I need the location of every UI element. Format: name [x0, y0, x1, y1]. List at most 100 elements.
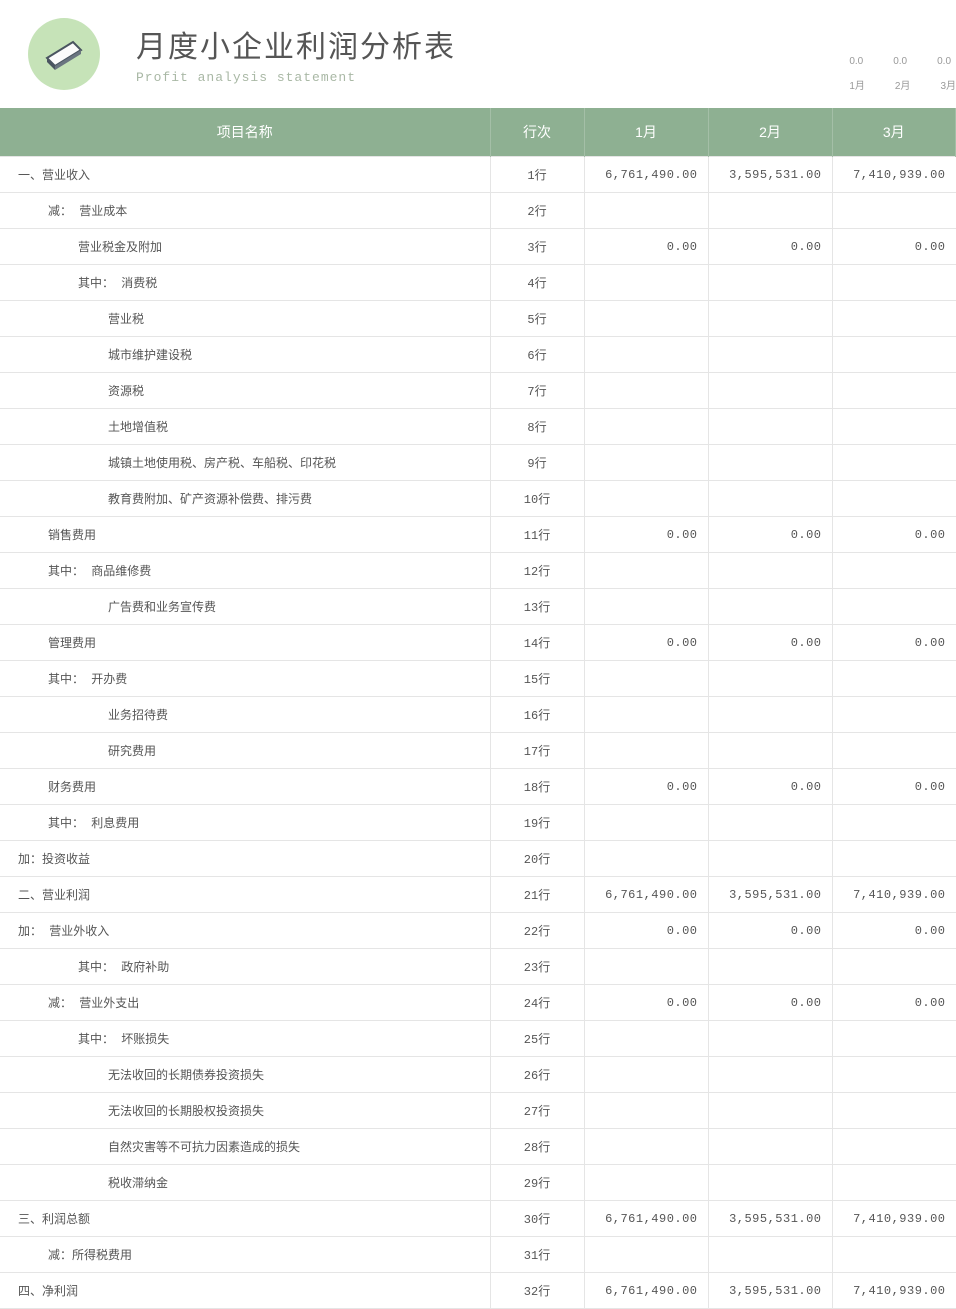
cell-month-2: [708, 949, 832, 985]
cell-month-2: 0.00: [708, 229, 832, 265]
cell-month-3: [832, 1093, 956, 1129]
cell-item-name: 财务费用: [0, 769, 490, 805]
cell-month-2: 0.00: [708, 985, 832, 1021]
cell-item-name: 四、净利润: [0, 1273, 490, 1309]
cell-item-name: 减： 营业成本: [0, 193, 490, 229]
cell-item-name: 资源税: [0, 373, 490, 409]
cell-item-name: 管理费用: [0, 625, 490, 661]
cell-month-2: [708, 697, 832, 733]
cell-month-3: [832, 1237, 956, 1273]
cell-row-number: 24行: [490, 985, 584, 1021]
cell-month-3: [832, 373, 956, 409]
cell-month-1: 0.00: [584, 985, 708, 1021]
cell-row-number: 28行: [490, 1129, 584, 1165]
cell-month-2: 3,595,531.00: [708, 1273, 832, 1309]
cell-month-2: [708, 1165, 832, 1201]
cell-month-1: [584, 445, 708, 481]
table-row: 营业税金及附加3行0.000.000.00: [0, 229, 956, 265]
cell-item-name: 其中： 坏账损失: [0, 1021, 490, 1057]
cell-month-1: [584, 661, 708, 697]
cell-month-1: [584, 337, 708, 373]
cell-month-3: [832, 193, 956, 229]
cell-item-name: 广告费和业务宣传费: [0, 589, 490, 625]
cell-item-name: 加：投资收益: [0, 841, 490, 877]
mini-chart-label: 1月: [849, 77, 865, 92]
cell-month-1: [584, 733, 708, 769]
cell-item-name: 无法收回的长期债券投资损失: [0, 1057, 490, 1093]
cell-row-number: 3行: [490, 229, 584, 265]
cell-month-2: [708, 445, 832, 481]
table-row: 其中： 消费税4行: [0, 265, 956, 301]
cell-month-1: [584, 1057, 708, 1093]
cell-row-number: 31行: [490, 1237, 584, 1273]
table-row: 其中： 政府补助23行: [0, 949, 956, 985]
cell-month-3: 0.00: [832, 625, 956, 661]
cell-month-1: [584, 481, 708, 517]
cell-month-3: 0.00: [832, 913, 956, 949]
cell-item-name: 其中： 消费税: [0, 265, 490, 301]
cell-month-3: [832, 337, 956, 373]
cell-month-2: 0.00: [708, 769, 832, 805]
table-row: 加：投资收益20行: [0, 841, 956, 877]
table-header-row: 项目名称 行次 1月 2月 3月: [0, 108, 956, 157]
col-item-name: 项目名称: [0, 108, 490, 157]
cell-month-2: [708, 805, 832, 841]
cell-row-number: 12行: [490, 553, 584, 589]
cell-month-1: 6,761,490.00: [584, 1273, 708, 1309]
table-row: 销售费用11行0.000.000.00: [0, 517, 956, 553]
cell-month-1: [584, 949, 708, 985]
cell-month-3: [832, 841, 956, 877]
cell-month-3: [832, 481, 956, 517]
cell-month-3: [832, 733, 956, 769]
cell-month-1: [584, 193, 708, 229]
table-row: 管理费用14行0.000.000.00: [0, 625, 956, 661]
cell-month-3: [832, 1129, 956, 1165]
cell-row-number: 29行: [490, 1165, 584, 1201]
cell-item-name: 营业税金及附加: [0, 229, 490, 265]
cell-month-3: [832, 949, 956, 985]
cell-row-number: 20行: [490, 841, 584, 877]
cell-item-name: 其中： 利息费用: [0, 805, 490, 841]
cell-month-3: [832, 409, 956, 445]
cell-month-1: [584, 1093, 708, 1129]
cell-month-3: [832, 589, 956, 625]
cell-month-1: 0.00: [584, 229, 708, 265]
cell-month-1: 0.00: [584, 625, 708, 661]
cell-row-number: 21行: [490, 877, 584, 913]
mini-chart-label: 2月: [895, 77, 911, 92]
cell-row-number: 14行: [490, 625, 584, 661]
table-row: 无法收回的长期债券投资损失26行: [0, 1057, 956, 1093]
cell-month-1: 6,761,490.00: [584, 877, 708, 913]
cell-month-2: [708, 265, 832, 301]
cell-item-name: 一、营业收入: [0, 157, 490, 193]
cell-item-name: 业务招待费: [0, 697, 490, 733]
cell-month-3: [832, 301, 956, 337]
cell-month-1: 6,761,490.00: [584, 1201, 708, 1237]
cell-month-3: [832, 661, 956, 697]
cell-month-2: 0.00: [708, 517, 832, 553]
cell-item-name: 城市维护建设税: [0, 337, 490, 373]
table-row: 二、营业利润21行6,761,490.003,595,531.007,410,9…: [0, 877, 956, 913]
cell-row-number: 6行: [490, 337, 584, 373]
table-row: 财务费用18行0.000.000.00: [0, 769, 956, 805]
table-row: 自然灾害等不可抗力因素造成的损失28行: [0, 1129, 956, 1165]
table-row: 业务招待费16行: [0, 697, 956, 733]
cell-item-name: 减： 营业外支出: [0, 985, 490, 1021]
cell-month-3: [832, 1021, 956, 1057]
table-row: 土地增值税8行: [0, 409, 956, 445]
cell-month-1: 6,761,490.00: [584, 157, 708, 193]
cell-item-name: 自然灾害等不可抗力因素造成的损失: [0, 1129, 490, 1165]
cell-row-number: 1行: [490, 157, 584, 193]
logo-icon: [28, 18, 100, 90]
cell-month-2: [708, 193, 832, 229]
cell-month-1: [584, 1165, 708, 1201]
page-subtitle: Profit analysis statement: [136, 70, 456, 85]
col-month-3: 3月: [832, 108, 956, 157]
table-row: 四、净利润32行6,761,490.003,595,531.007,410,93…: [0, 1273, 956, 1309]
profit-table: 项目名称 行次 1月 2月 3月 一、营业收入1行6,761,490.003,5…: [0, 108, 956, 1309]
cell-month-1: [584, 373, 708, 409]
cell-item-name: 城镇土地使用税、房产税、车船税、印花税: [0, 445, 490, 481]
cell-month-1: [584, 1021, 708, 1057]
cell-row-number: 7行: [490, 373, 584, 409]
cell-item-name: 营业税: [0, 301, 490, 337]
